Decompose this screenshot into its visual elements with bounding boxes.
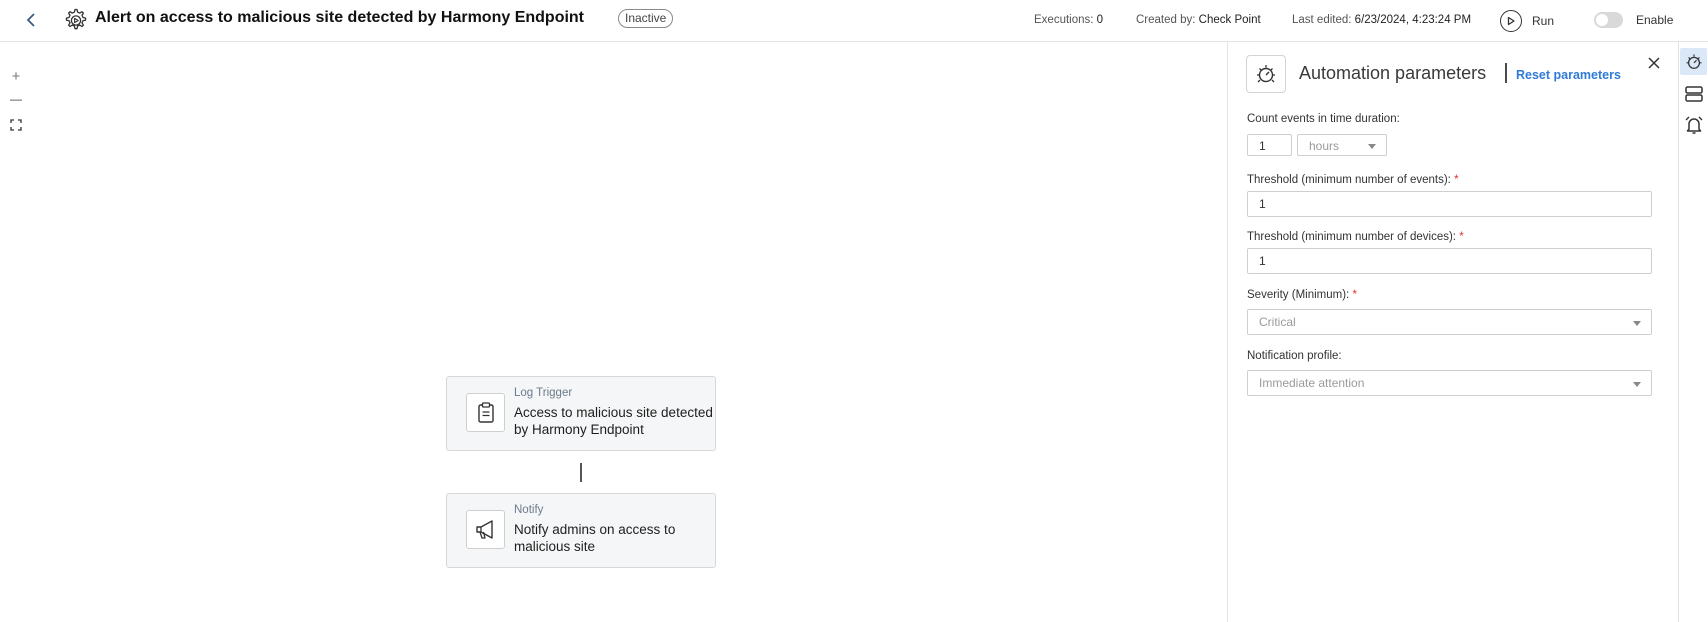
severity-value: Critical — [1259, 315, 1296, 329]
title-separator — [1505, 63, 1507, 83]
flow-node-log-trigger[interactable]: Log Trigger Access to malicious site det… — [446, 376, 716, 451]
alarm-icon — [1685, 116, 1702, 134]
back-button[interactable] — [20, 9, 42, 31]
notification-profile-label: Notification profile: — [1247, 350, 1342, 362]
rail-alarm-button[interactable] — [1680, 111, 1707, 138]
chevron-left-icon — [26, 13, 35, 27]
node-type-label: Log Trigger — [514, 387, 573, 399]
play-icon — [1500, 10, 1522, 32]
automation-icon — [1686, 54, 1701, 69]
last-edited-value: 6/23/2024, 4:23:24 PM — [1354, 14, 1472, 26]
count-unit-value: hours — [1309, 139, 1340, 153]
created-by-value: Check Point — [1198, 14, 1261, 26]
run-label: Run — [1532, 14, 1555, 28]
plus-icon: + — [11, 67, 21, 85]
layers-icon — [1684, 85, 1703, 102]
flow-connector — [580, 463, 582, 482]
last-edited-meta: Last edited: 6/23/2024, 4:23:24 PM — [1292, 14, 1471, 26]
node-title: Notify admins on access to malicious sit… — [514, 522, 676, 554]
chevron-down-icon — [1633, 382, 1641, 387]
notification-profile-select[interactable]: Immediate attention — [1247, 370, 1652, 396]
node-type-label: Notify — [514, 504, 544, 516]
chevron-down-icon — [1633, 321, 1641, 326]
count-value-input[interactable]: 1 — [1247, 134, 1292, 156]
fit-screen-icon — [10, 119, 22, 131]
last-edited-label: Last edited: — [1292, 14, 1352, 26]
threshold-devices-label: Threshold (minimum number of devices): * — [1247, 231, 1464, 243]
flow-node-notify[interactable]: Notify Notify admins on access to malici… — [446, 493, 716, 568]
enable-toggle[interactable]: Enable — [1594, 12, 1673, 28]
count-unit-select[interactable]: hours — [1297, 134, 1387, 156]
node-title: Access to malicious site detected by Har… — [514, 405, 713, 437]
zoom-in-button[interactable]: + — [5, 65, 27, 87]
minus-icon: — — [10, 92, 22, 106]
threshold-devices-text: Threshold (minimum number of devices): — [1247, 231, 1456, 243]
severity-label: Severity (Minimum): * — [1247, 289, 1357, 301]
severity-select[interactable]: Critical — [1247, 309, 1652, 335]
close-icon — [1648, 57, 1660, 69]
threshold-events-label: Threshold (minimum number of events): * — [1247, 174, 1459, 186]
close-panel-button[interactable] — [1643, 52, 1665, 74]
required-mark: * — [1454, 174, 1459, 186]
severity-text: Severity (Minimum): — [1247, 289, 1350, 301]
executions-meta: Executions: 0 — [1034, 14, 1103, 26]
required-mark: * — [1352, 289, 1357, 301]
zoom-out-button[interactable]: — — [5, 88, 27, 110]
executions-label: Executions: — [1034, 14, 1094, 26]
panel-title: Automation parameters — [1299, 63, 1487, 83]
executions-value: 0 — [1096, 14, 1104, 26]
enable-label: Enable — [1636, 13, 1674, 27]
page-title: Alert on access to malicious site detect… — [95, 9, 585, 26]
automation-gear-icon — [65, 8, 87, 30]
threshold-events-text: Threshold (minimum number of events): — [1247, 174, 1451, 186]
rail-layers-button[interactable] — [1680, 80, 1707, 107]
clipboard-icon — [466, 393, 505, 432]
notification-profile-value: Immediate attention — [1259, 376, 1365, 390]
required-mark: * — [1459, 231, 1464, 243]
created-by-meta: Created by: Check Point — [1136, 14, 1261, 26]
fit-screen-button[interactable] — [5, 114, 27, 136]
run-button[interactable]: Run — [1500, 10, 1554, 32]
count-events-label: Count events in time duration: — [1247, 113, 1400, 125]
rail-automation-button[interactable] — [1680, 48, 1707, 75]
threshold-events-input[interactable]: 1 — [1247, 191, 1652, 217]
top-header: Alert on access to malicious site detect… — [0, 0, 1708, 42]
megaphone-icon — [466, 510, 505, 549]
toggle-switch-icon — [1594, 12, 1623, 28]
automation-icon — [1246, 55, 1286, 93]
reset-parameters-link[interactable]: Reset parameters — [1516, 68, 1621, 82]
threshold-devices-input[interactable]: 1 — [1247, 248, 1652, 274]
status-badge: Inactive — [618, 9, 674, 28]
chevron-down-icon — [1368, 144, 1376, 149]
created-by-label: Created by: — [1136, 14, 1196, 26]
